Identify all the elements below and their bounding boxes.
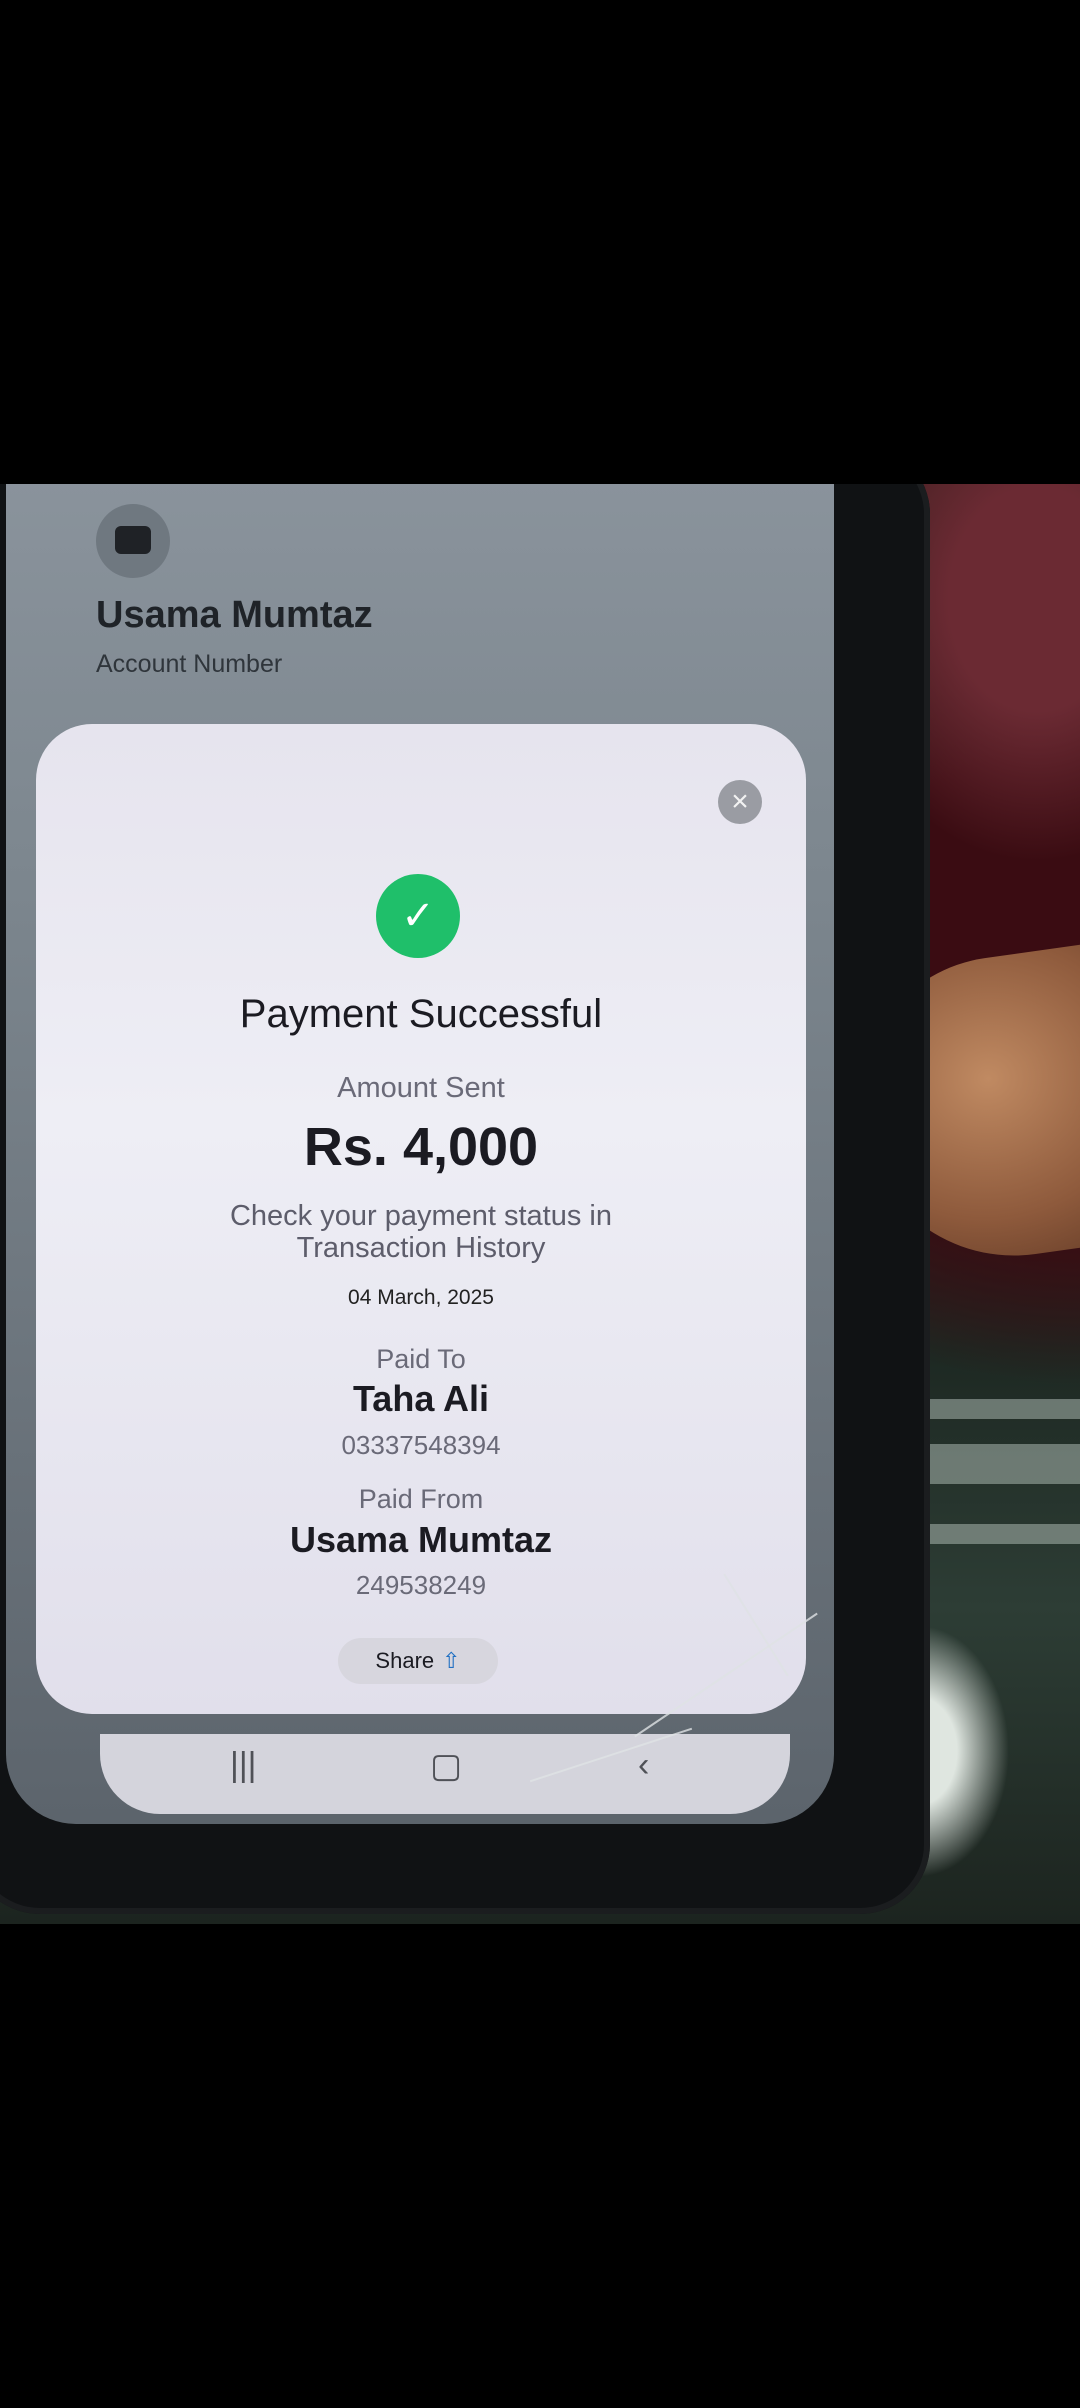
wallet-icon xyxy=(115,526,151,554)
recents-icon[interactable]: ||| xyxy=(230,1746,257,1785)
paid-from-number: 249538249 xyxy=(355,1570,487,1600)
photo: Usama Mumtaz Account Number × ✓ Payment … xyxy=(0,484,1080,1924)
system-nav-bar: ||| ▢ ‹ xyxy=(100,1734,790,1814)
status-note: Check your payment status in Transaction… xyxy=(36,1200,806,1264)
phone-screen: Usama Mumtaz Account Number × ✓ Payment … xyxy=(6,484,834,1824)
modal-title: Payment Successful xyxy=(239,992,603,1036)
paid-from-label: Paid From xyxy=(358,1484,484,1514)
paid-to-name: Taha Ali xyxy=(352,1378,490,1419)
amount-label: Amount Sent xyxy=(337,1072,505,1104)
home-icon[interactable]: ▢ xyxy=(430,1746,462,1786)
transaction-date: 04 March, 2025 xyxy=(348,1286,494,1309)
status-note-line1: Check your payment status in xyxy=(229,1200,612,1232)
account-number-label: Account Number xyxy=(96,650,283,678)
amount-value: Rs. 4,000 xyxy=(303,1117,539,1177)
paid-to-number: 03337548394 xyxy=(341,1430,501,1460)
phone: Usama Mumtaz Account Number × ✓ Payment … xyxy=(0,484,930,1914)
share-button[interactable]: Share ⇧ xyxy=(338,1638,498,1684)
paid-from-name: Usama Mumtaz xyxy=(289,1519,553,1560)
back-icon[interactable]: ‹ xyxy=(638,1746,649,1785)
paid-to-label: Paid To xyxy=(376,1344,466,1374)
status-note-line2: Transaction History xyxy=(296,1232,546,1264)
share-label: Share xyxy=(375,1648,435,1673)
close-icon[interactable]: × xyxy=(718,780,762,824)
share-upload-icon: ⇧ xyxy=(442,1648,461,1673)
check-icon: ✓ xyxy=(376,874,460,958)
account-holder-name: Usama Mumtaz xyxy=(96,594,373,636)
